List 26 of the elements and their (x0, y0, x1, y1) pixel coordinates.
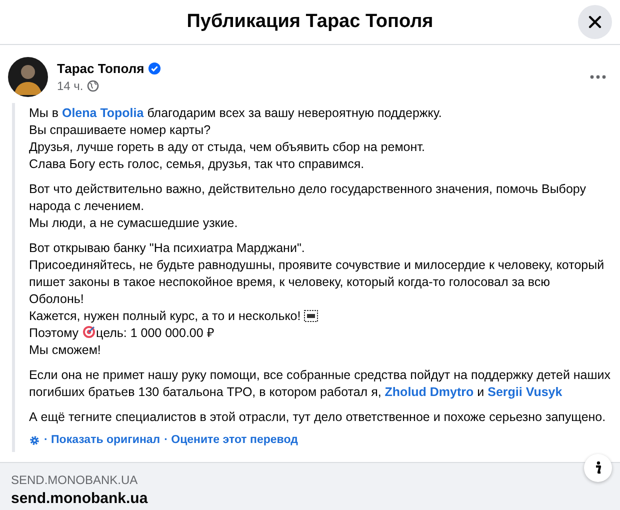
post-time[interactable]: 14 ч. (57, 79, 84, 93)
target-icon (82, 325, 96, 339)
dialog-title: Публикация Тарас Тополя (186, 11, 434, 33)
close-icon (588, 15, 602, 29)
more-icon (590, 75, 606, 79)
close-button[interactable] (578, 5, 612, 39)
avatar[interactable] (8, 57, 48, 97)
show-original-link[interactable]: · Показать оригинал (44, 434, 160, 446)
preview-domain: SEND.MONOBANK.UA (11, 473, 139, 487)
post-paragraph: Вот что действительно важно, действительно дело государственного значения, помочь Выбору народа с лечением. Мы люди, а не сумасшедшие узкие. (29, 181, 587, 232)
link-preview[interactable]: SEND.MONOBANK.UA send.monobank.ua (0, 462, 620, 510)
author-name[interactable]: Тарас Тополя (57, 61, 144, 76)
info-button[interactable] (584, 454, 612, 482)
profile-link[interactable]: Sergii Vusyk (488, 385, 562, 399)
gear-icon[interactable] (29, 434, 40, 446)
post-paragraph: Мы в Olena Topolia благодарим всех за вашу невероятную поддержку. Вы спрашиваете номер карты? Друзья, лучше гореть в аду от стыда, чем объявить сбор на ремонт. Слава Богу есть голос, семья, друзья, так что справимся. (29, 105, 443, 173)
info-icon (593, 461, 603, 475)
post-paragraph: Вот открываю банку "На психиатра Марджани". Присоединяйтесь, не будьте равнодушны, проявите сочувствие и милосердие к человеку, который пишет законы в такое неспокойное время, к человеку, который когда-то голосовал за всю Оболонь! Кажется, нужен полный курс, а то и несколько! Поэтому цель: 1 000 000.00 ₽ Мы сможем! (29, 240, 606, 359)
post-paragraph: Если она не примет нашу руку помощи, все собранные средства пойдут на поддержку детей наших погибших братьев 130 батальона ТРО, в котором работал я, Zholud Dmytro и Sergii Vusyk (29, 367, 612, 401)
rate-translation-link[interactable]: · Оцените этот перевод (164, 434, 298, 446)
post-paragraph: А ещё тегните специалистов в этой отрасли, тут дело ответственное и похоже серьезно запущено. (29, 409, 607, 426)
missing-glyph-icon (304, 310, 318, 322)
profile-link[interactable]: Zholud Dmytro (384, 385, 474, 399)
globe-icon (87, 80, 100, 92)
preview-title: send.monobank.ua (11, 490, 149, 507)
profile-link[interactable]: Olena Topolia (62, 106, 144, 120)
